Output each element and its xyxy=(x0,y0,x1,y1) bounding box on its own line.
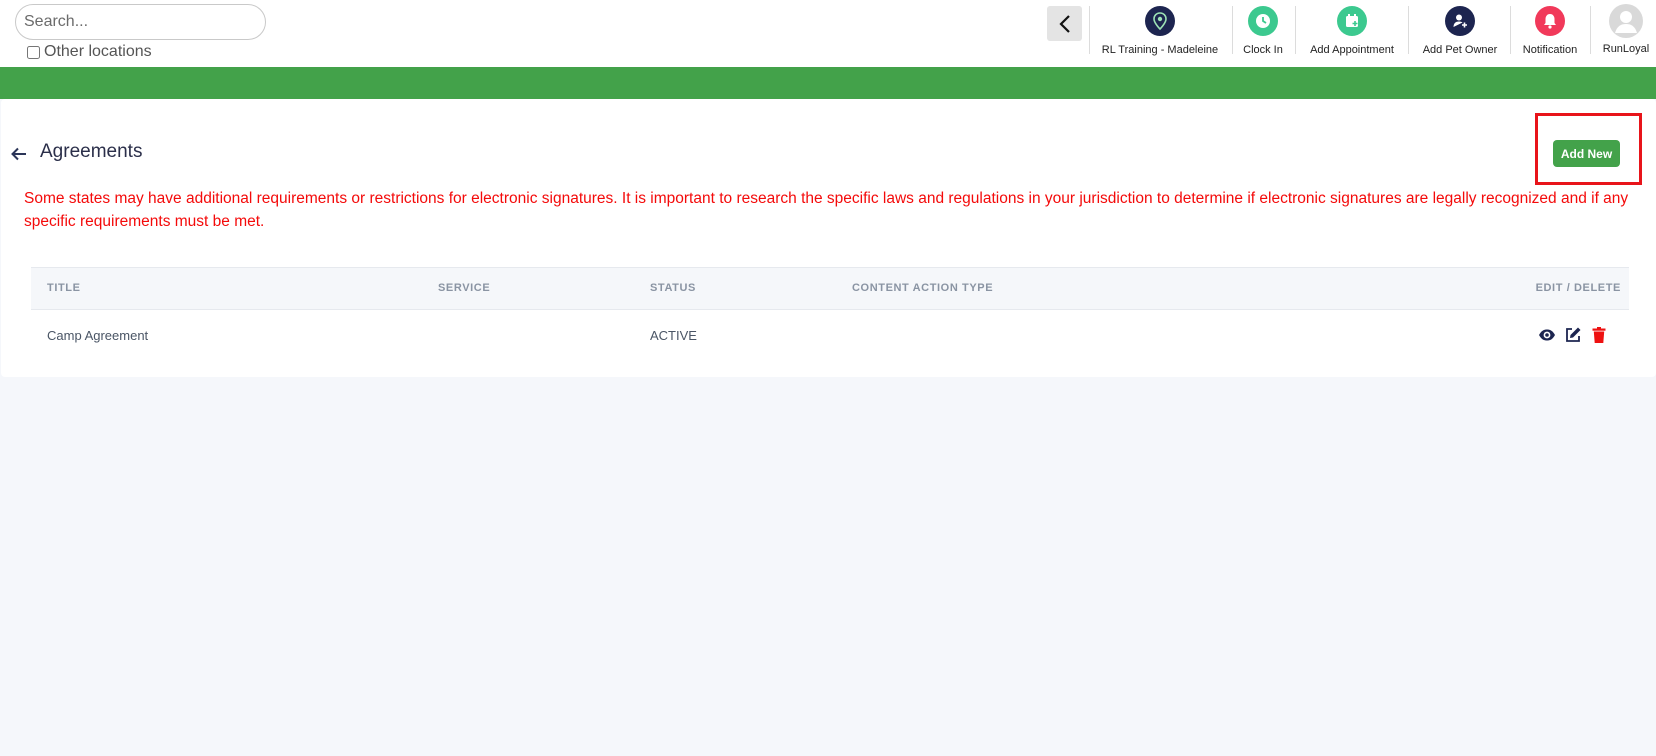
chevron-left-icon xyxy=(1058,14,1070,33)
nav-add-pet-owner-label: Add Pet Owner xyxy=(1422,44,1498,56)
view-eye-icon[interactable] xyxy=(1538,326,1556,344)
edit-pencil-icon[interactable] xyxy=(1564,326,1582,344)
esignature-warning: Some states may have additional requirem… xyxy=(24,190,1629,230)
nav-profile-label: RunLoyal xyxy=(1602,43,1650,55)
user-plus-icon xyxy=(1445,6,1475,36)
col-status: STATUS xyxy=(650,282,696,294)
nav-profile[interactable]: RunLoyal xyxy=(1598,0,1654,56)
avatar-icon xyxy=(1609,4,1643,38)
agreements-card xyxy=(1,99,1656,377)
nav-add-pet-owner[interactable]: Add Pet Owner xyxy=(1415,0,1505,56)
location-pin-icon xyxy=(1145,6,1175,36)
row-title: Camp Agreement xyxy=(47,328,149,343)
clock-icon xyxy=(1248,6,1278,36)
delete-trash-icon[interactable] xyxy=(1590,326,1608,344)
nav-location[interactable]: RL Training - Madeleine xyxy=(1100,0,1220,56)
row-status: ACTIVE xyxy=(650,328,697,343)
table-header: TITLE SERVICE STATUS CONTENT ACTION TYPE… xyxy=(31,267,1629,310)
col-edit-delete: EDIT / DELETE xyxy=(1535,282,1621,294)
collapse-button[interactable] xyxy=(1047,6,1082,41)
nav-notification-label: Notification xyxy=(1522,44,1578,56)
search-input[interactable] xyxy=(15,4,266,40)
nav-notification[interactable]: Notification xyxy=(1517,0,1583,56)
bell-icon xyxy=(1535,6,1565,36)
other-locations-label: Other locations xyxy=(44,43,152,60)
header-band xyxy=(0,67,1656,99)
nav-clock-in-label: Clock In xyxy=(1243,44,1283,56)
nav-add-appointment-label: Add Appointment xyxy=(1310,44,1394,56)
nav-add-appointment[interactable]: Add Appointment xyxy=(1304,0,1400,56)
back-arrow-icon[interactable] xyxy=(10,145,28,163)
col-title: TITLE xyxy=(47,282,81,294)
other-locations-toggle[interactable]: Other locations xyxy=(27,43,152,61)
add-new-button[interactable]: Add New xyxy=(1553,140,1620,167)
calendar-plus-icon xyxy=(1337,6,1367,36)
nav-location-label: RL Training - Madeleine xyxy=(1101,44,1219,56)
col-content-action-type: CONTENT ACTION TYPE xyxy=(852,282,994,294)
top-bar: Other locations RL Training - Madeleine … xyxy=(0,0,1656,67)
other-locations-checkbox[interactable] xyxy=(27,45,40,59)
nav-clock-in[interactable]: Clock In xyxy=(1238,0,1288,56)
page-title: Agreements xyxy=(40,141,143,162)
col-service: SERVICE xyxy=(438,282,491,294)
